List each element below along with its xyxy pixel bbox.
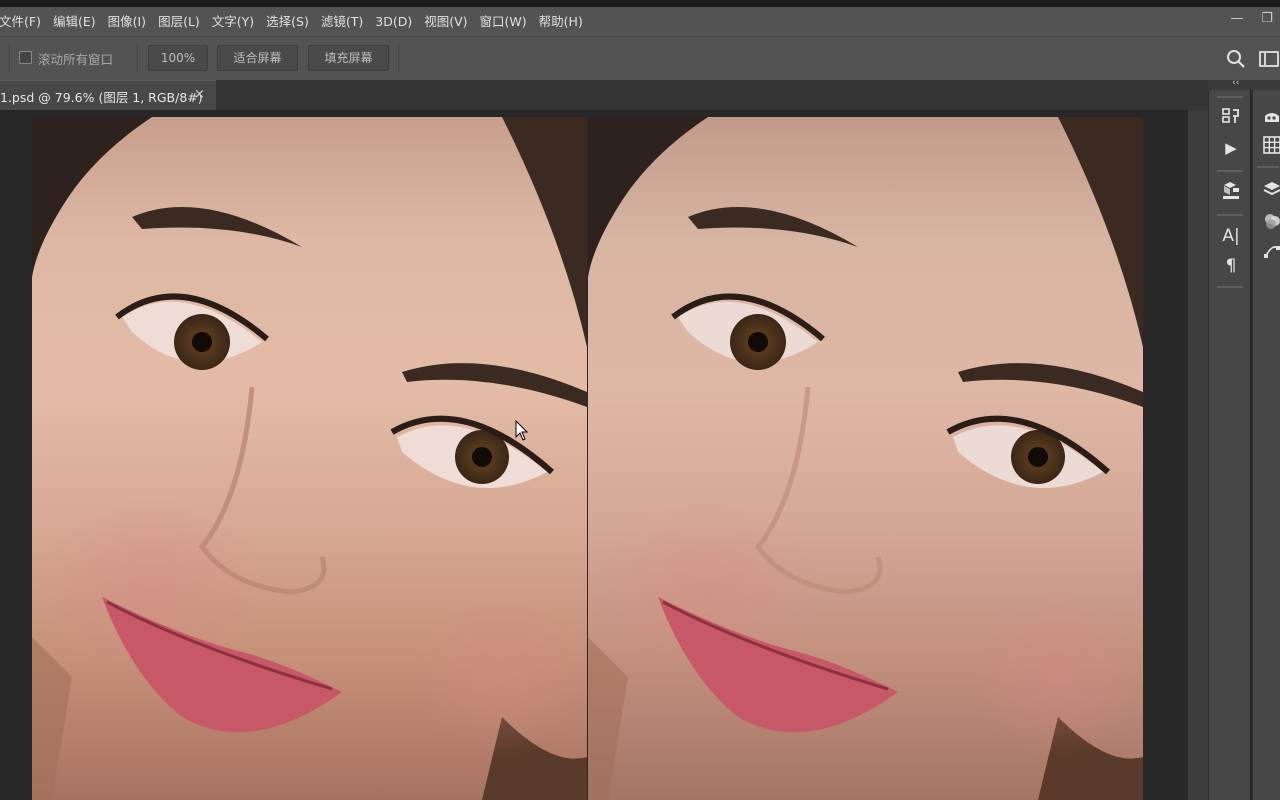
menu-view[interactable]: 视图(V) <box>418 7 473 36</box>
menu-window[interactable]: 窗口(W) <box>474 7 533 36</box>
panel-grip <box>1217 214 1243 216</box>
scroll-all-windows-label: 滚动所有窗口 <box>38 52 114 67</box>
fit-screen-button[interactable]: 适合屏幕 <box>217 45 298 71</box>
workspace-icon[interactable] <box>1259 51 1279 67</box>
layers-icon[interactable] <box>1263 180 1280 198</box>
panel-grip <box>1217 170 1243 172</box>
menu-type[interactable]: 文字(Y) <box>206 7 260 36</box>
scroll-all-windows-checkbox[interactable] <box>19 51 32 64</box>
search-icon[interactable] <box>1226 49 1246 69</box>
menu-bar: 文件(F) 编辑(E) 图像(I) 图层(L) 文字(Y) 选择(S) 滤镜(T… <box>0 7 1280 36</box>
zoom-100-button[interactable]: 100% <box>148 45 208 71</box>
mouse-cursor-icon <box>515 420 529 441</box>
collapse-panels-icon[interactable]: ‹‹ <box>1232 78 1239 88</box>
channels-icon[interactable] <box>1263 212 1280 230</box>
menu-edit[interactable]: 编辑(E) <box>47 7 102 36</box>
3d-panel-icon[interactable] <box>1221 180 1241 200</box>
options-divider <box>137 44 138 72</box>
document-tab[interactable]: 1.psd @ 79.6% (图层 1, RGB/8#) × <box>0 80 216 110</box>
fill-screen-button[interactable]: 填充屏幕 <box>308 45 389 71</box>
options-divider <box>398 44 399 72</box>
menu-select[interactable]: 选择(S) <box>260 7 315 36</box>
menu-layer[interactable]: 图层(L) <box>152 7 206 36</box>
document-tab-title: 1.psd @ 79.6% (图层 1, RGB/8#) <box>0 90 203 105</box>
minimize-button[interactable]: — <box>1228 10 1246 28</box>
character-icon[interactable]: A| <box>1220 226 1242 246</box>
swatches-grid-icon[interactable] <box>1263 136 1280 154</box>
paths-icon[interactable] <box>1263 242 1280 260</box>
menu-filter[interactable]: 滤镜(T) <box>315 7 369 36</box>
vertical-scrollbar[interactable] <box>1188 110 1208 800</box>
history-icon[interactable] <box>1221 106 1241 126</box>
close-tab-icon[interactable]: × <box>194 87 205 102</box>
panel-collapse-strip[interactable]: ‹‹ <box>1208 78 1280 90</box>
window-top-strip <box>0 0 1280 7</box>
panel-grip <box>1257 166 1279 168</box>
learn-icon[interactable] <box>1263 108 1280 126</box>
panel-dock-column-2 <box>1252 90 1280 800</box>
panel-dock-column-1: ▶ A| ¶ <box>1208 90 1250 800</box>
original-portrait-image <box>32 117 587 800</box>
options-divider <box>9 44 10 72</box>
menu-3d[interactable]: 3D(D) <box>369 7 418 36</box>
menu-file[interactable]: 文件(F) <box>0 7 47 36</box>
retouched-portrait-image <box>588 117 1143 800</box>
restore-button[interactable]: ❐ <box>1258 10 1276 28</box>
menu-help[interactable]: 帮助(H) <box>533 7 589 36</box>
paragraph-icon[interactable]: ¶ <box>1220 256 1242 276</box>
panel-grip <box>1217 286 1243 288</box>
play-actions-icon[interactable]: ▶ <box>1220 138 1242 158</box>
panel-grip <box>1217 96 1243 98</box>
menu-image[interactable]: 图像(I) <box>102 7 152 36</box>
